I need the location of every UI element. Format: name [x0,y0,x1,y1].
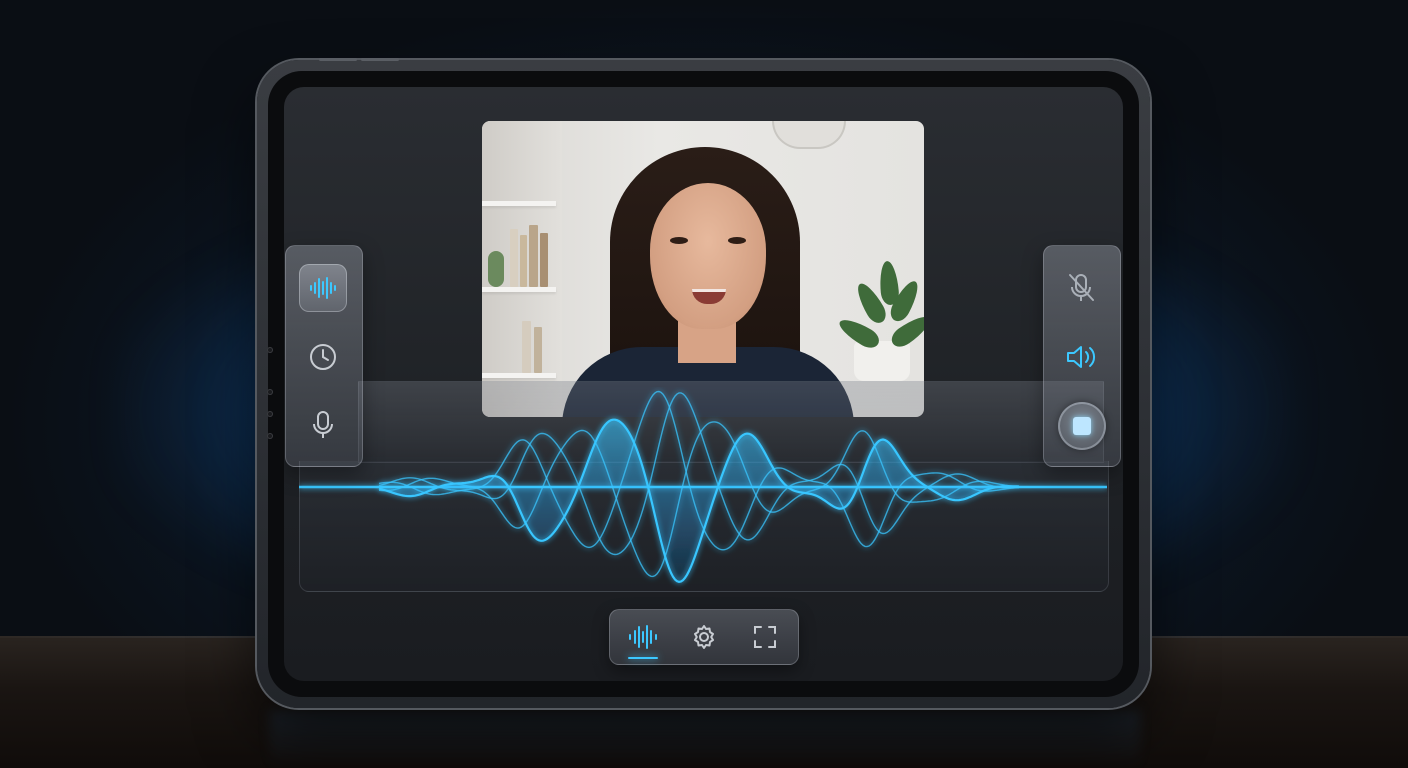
shelf [482,287,556,292]
bottom-toolbar [609,609,799,665]
waveform-icon [310,277,336,299]
mute-button[interactable] [1057,264,1105,312]
right-control-panel [1043,245,1121,467]
participant-eye [728,237,746,244]
microphone-button[interactable] [299,401,347,449]
waveform-button[interactable] [299,264,347,312]
fullscreen-icon [754,626,776,648]
wall-clock [772,121,846,149]
bezel [267,71,1139,697]
speaker-button[interactable] [1057,333,1105,381]
hardware-button [361,58,399,61]
app-screen [284,87,1123,681]
fullscreen-button[interactable] [740,617,790,657]
microphone-icon [313,411,333,438]
participant-video[interactable] [482,121,924,417]
history-button[interactable] [299,333,347,381]
bottom-waveform-button[interactable] [618,617,668,659]
stop-button[interactable] [1058,402,1106,450]
speaker-icon [1067,346,1096,368]
book [529,225,538,287]
waveform-icon [629,625,657,649]
hardware-button [319,58,357,61]
book [520,235,527,287]
mic-muted-icon [1069,274,1094,301]
sensor-dot [267,347,273,353]
audio-waveform [299,390,1107,584]
sensor-dot [267,433,273,439]
shelf [482,201,556,206]
small-plant [488,251,504,287]
book [540,233,548,287]
tablet-device [257,58,1150,708]
plant-pot [854,341,910,381]
participant-eye [670,237,688,244]
sensor-dot [267,389,273,395]
sensor-dot [267,411,273,417]
left-control-panel [285,245,363,467]
stop-icon [1073,417,1091,435]
book [522,321,531,373]
gear-icon [694,625,714,649]
participant-face [650,183,766,329]
bookshelf [482,121,562,417]
tablet-reflection [270,710,1140,768]
book [534,327,542,373]
book [510,229,518,287]
shelf [482,373,556,378]
clock-icon [310,344,336,370]
settings-button[interactable] [679,617,729,657]
